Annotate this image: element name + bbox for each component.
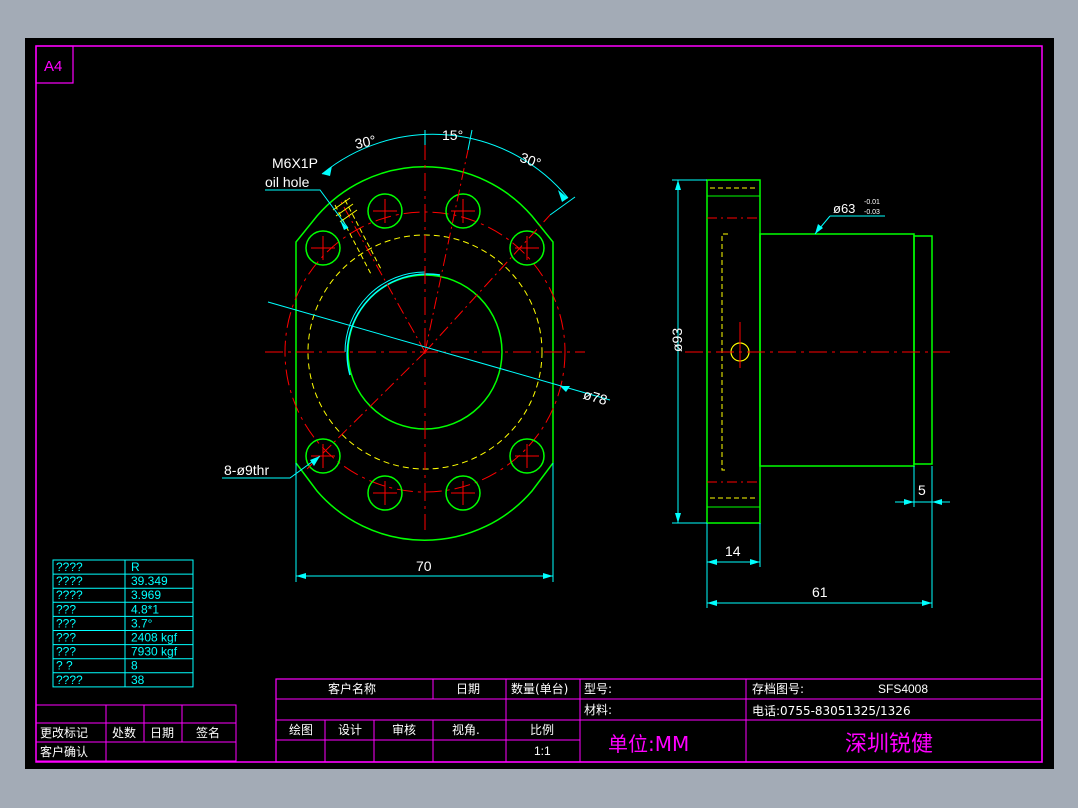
holes-dimension-text: 8-ø9thr: [224, 462, 269, 478]
outer-dimension-text: ø93: [669, 328, 685, 352]
spigot-body: [759, 233, 915, 467]
spec-table-key: ???: [56, 631, 76, 645]
angle-30-left: 30°: [353, 132, 377, 152]
spec-table-key: ???: [56, 616, 76, 630]
drawn-label: 绘图: [289, 722, 313, 737]
sheet-size-label: A4: [44, 58, 62, 75]
angle-30-right: 30°: [518, 149, 543, 171]
spec-table-key: ? ?: [56, 659, 73, 673]
company-name: 深圳锐健: [845, 732, 933, 757]
oil-hole-thread-label: M6X1P: [272, 155, 318, 171]
drawing-canvas[interactable]: A4 30° 15° 30° M6X1P oil hole ø78 8-ø9th…: [25, 38, 1054, 769]
unit-label: 单位:MM: [608, 732, 689, 756]
spec-table-key: ???: [56, 602, 76, 616]
length-dimension-text: 61: [812, 584, 828, 600]
oil-hole: [332, 197, 383, 277]
phone-number: 电话:0755-83051325/1326: [752, 704, 911, 718]
spigot-tolerance-upper: -0.01: [864, 199, 880, 206]
spec-table-value: 8: [131, 659, 138, 673]
spec-table-key: ????: [56, 673, 83, 687]
radial-center-line: [424, 214, 551, 353]
spec-table-value: 3.969: [131, 588, 161, 602]
spec-table-key: ????: [56, 574, 83, 588]
customer-confirm-label: 客户确认: [40, 744, 88, 759]
oil-hole-leader: [265, 189, 349, 229]
model-label: 型号:: [584, 682, 612, 696]
oil-hole-label: oil hole: [265, 174, 310, 190]
signature-label: 签名: [196, 725, 220, 740]
material-label: 材料:: [584, 703, 612, 717]
title-block: 客户名称 日期 数量(单台) 型号: 材料: 存档图号: SFS4008 电话:…: [275, 678, 1043, 763]
outer-frame: [35, 45, 1043, 763]
revision-date-label: 日期: [150, 726, 174, 740]
width-dimension-text: 70: [416, 558, 432, 574]
cad-drawing: A4 30° 15° 30° M6X1P oil hole ø78 8-ø9th…: [35, 45, 1043, 763]
step-dimension-text: 5: [918, 482, 926, 498]
scale-label: 比例: [530, 723, 554, 737]
place-count-label: 处数: [112, 725, 136, 740]
date-label: 日期: [456, 682, 480, 696]
quantity-label: 数量(单台): [511, 681, 568, 696]
flange-dimension-text: 14: [725, 543, 741, 559]
bore-inner-arc: [346, 273, 441, 376]
change-mark-label: 更改标记: [40, 726, 88, 740]
spec-table-value: 7930 kgf: [131, 645, 178, 659]
design-label: 设计: [338, 723, 362, 737]
spigot-tolerance-lower: -0.03: [864, 209, 880, 216]
revision-block: 更改标记 处数 日期 签名 客户确认: [35, 704, 237, 762]
front-view: 30° 15° 30° M6X1P oil hole ø78 8-ø9thr 7…: [222, 127, 611, 582]
spec-table-value: 39.349: [131, 574, 168, 588]
review-label: 审核: [392, 722, 416, 737]
side-view: ø63 -0.01 -0.03 ø93 5 14 61: [669, 179, 950, 608]
scale-value: 1:1: [534, 744, 551, 758]
spigot-end: [913, 235, 933, 465]
spec-table: ???? R???? 39.349???? 3.969 ??? 4.8*1 ??? 3.7…: [52, 559, 194, 688]
view-angle-label: 视角.: [452, 722, 480, 737]
pcd-dimension-line: [267, 301, 611, 401]
spec-table-key: ???: [56, 645, 76, 659]
drawing-number: SFS4008: [878, 682, 928, 696]
customer-name-label: 客户名称: [328, 681, 376, 696]
spec-table-value: 2408 kgf: [131, 631, 178, 645]
radial-center-line: [424, 149, 469, 353]
spec-table-key: ????: [56, 588, 83, 602]
spec-table-value: 38: [131, 673, 145, 687]
spec-table-key: ????: [56, 560, 83, 574]
spigot-dimension-text: ø63: [833, 201, 855, 216]
spec-table-value: R: [131, 560, 140, 574]
pcd-dimension-text: ø78: [582, 386, 610, 408]
bore-outer-arc: [344, 271, 426, 353]
angle-15: 15°: [442, 127, 463, 143]
spec-table-value: 4.8*1: [131, 602, 159, 616]
drawing-number-label: 存档图号:: [752, 682, 804, 696]
spec-table-value: 3.7°: [131, 616, 153, 630]
